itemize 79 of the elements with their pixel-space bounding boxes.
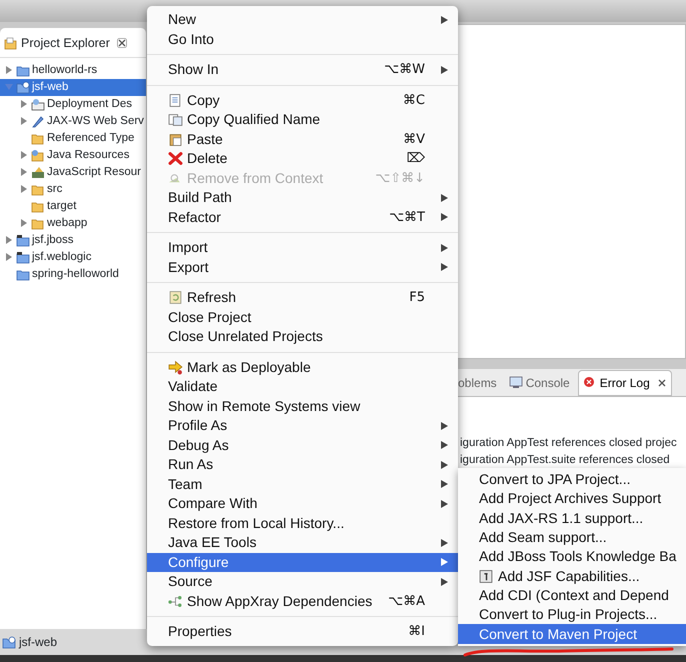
web-service-icon <box>31 114 45 128</box>
copy-icon <box>168 92 183 108</box>
maven-project-icon <box>16 234 30 247</box>
jsf-icon <box>479 568 494 584</box>
menu-item[interactable]: Go Into <box>147 30 458 49</box>
tree-item[interactable]: webapp <box>0 214 146 232</box>
copy-icon <box>168 112 183 128</box>
folder-icon <box>4 36 18 50</box>
log-message: iguration AppTest references closed projec <box>460 436 677 451</box>
tree-item[interactable]: JavaScript Resour <box>0 164 146 181</box>
tree-item[interactable]: JAX-WS Web Serv <box>0 112 146 130</box>
panel-tab[interactable]: Project Explorer <box>21 34 110 53</box>
menu-item[interactable]: Delete ⌦ <box>147 149 458 168</box>
monitor-icon <box>508 376 523 389</box>
tree-item[interactable]: jsf-web <box>0 78 146 96</box>
web-project-icon <box>16 80 30 94</box>
menu-item[interactable]: Team <box>147 474 458 494</box>
tree-item[interactable]: target <box>0 198 146 215</box>
menu-item[interactable]: Source <box>147 572 458 592</box>
menu-item[interactable]: Convert to JPA Project... <box>458 470 686 490</box>
menu-item[interactable]: Add Project Archives Support <box>458 489 686 509</box>
tree-item[interactable]: jsf.weblogic <box>0 248 146 266</box>
menu-item[interactable]: Run As <box>147 455 458 474</box>
menu-item[interactable]: Show In ⌥⌘W <box>147 60 458 80</box>
menu-item[interactable]: Close Project <box>147 308 458 327</box>
menu-item[interactable]: Convert to Plug-in Projects... <box>458 605 686 624</box>
menu-item[interactable]: Close Unrelated Projects <box>147 327 458 346</box>
clipboard-icon <box>168 132 183 147</box>
menu-item[interactable]: Compare With <box>147 494 458 514</box>
log-message: iguration AppTest.suite references closed <box>460 453 670 468</box>
menu-item[interactable]: Configure <box>147 552 458 572</box>
maven-project-icon <box>16 250 30 264</box>
menu-item[interactable]: Refactor ⌥⌘T <box>147 208 458 227</box>
tree-item[interactable]: Deployment Des <box>0 96 146 113</box>
arrow-icon <box>168 360 183 375</box>
menu-item[interactable]: Copy ⌘C <box>147 90 458 110</box>
folder-icon <box>31 216 45 230</box>
script-resources-icon <box>31 166 45 179</box>
panel-tab[interactable]: Console <box>504 370 574 394</box>
menu-item[interactable]: Profile As <box>147 416 458 436</box>
tree-item[interactable]: Referenced Type <box>0 130 146 147</box>
menu-item[interactable]: Add JAX-RS 1.1 support... <box>458 508 686 528</box>
graph-icon <box>168 594 183 609</box>
menu-item[interactable]: Show in Remote Systems view <box>147 396 458 416</box>
menu-item[interactable]: Export <box>147 258 458 277</box>
error-icon <box>582 376 597 389</box>
folder-icon <box>31 200 45 213</box>
tree-item[interactable]: Java Resources <box>0 146 146 164</box>
expand-arrow-icon[interactable] <box>21 117 27 126</box>
menu-item[interactable]: Restore from Local History... <box>147 514 458 533</box>
menu-item[interactable]: Add Seam support... <box>458 528 686 548</box>
folder-icon <box>31 182 45 196</box>
status-text: jsf-web <box>19 634 58 651</box>
menu-item[interactable]: New <box>147 10 458 30</box>
menu-item[interactable]: Add CDI (Context and Depend <box>458 586 686 606</box>
tree-item[interactable]: src <box>0 180 146 198</box>
menu-item[interactable]: Paste ⌘V <box>147 130 458 149</box>
close-icon[interactable] <box>116 38 127 48</box>
panel-tab[interactable]: Error Log <box>578 370 672 396</box>
menu-item[interactable]: Add JSF Capabilities... <box>458 566 686 586</box>
menu-item[interactable]: Properties ⌘I <box>147 622 458 642</box>
descriptor-icon <box>31 98 45 111</box>
web-project-icon <box>2 636 16 648</box>
folder-icon <box>31 132 45 145</box>
menu-item[interactable]: Build Path <box>147 188 458 208</box>
refresh-icon <box>168 290 183 306</box>
menu-item[interactable]: Refresh F5 <box>147 288 458 308</box>
menu-item[interactable]: Debug As <box>147 436 458 455</box>
menu-item[interactable]: Import <box>147 238 458 258</box>
java-resources-icon <box>31 148 45 162</box>
delete-icon <box>168 151 183 166</box>
menu-item[interactable]: Convert to Maven Project <box>458 624 686 644</box>
project-folder-icon <box>16 268 30 281</box>
menu-item[interactable]: Copy Qualified Name <box>147 110 458 130</box>
menu-item[interactable]: Add JBoss Tools Knowledge Ba <box>458 547 686 566</box>
tree-item[interactable]: spring-helloworld <box>0 266 146 283</box>
tree-item[interactable]: jsf.jboss <box>0 232 146 249</box>
close-icon[interactable] <box>656 378 667 388</box>
menu-item[interactable]: Show AppXray Dependencies ⌥⌘A <box>147 592 458 611</box>
